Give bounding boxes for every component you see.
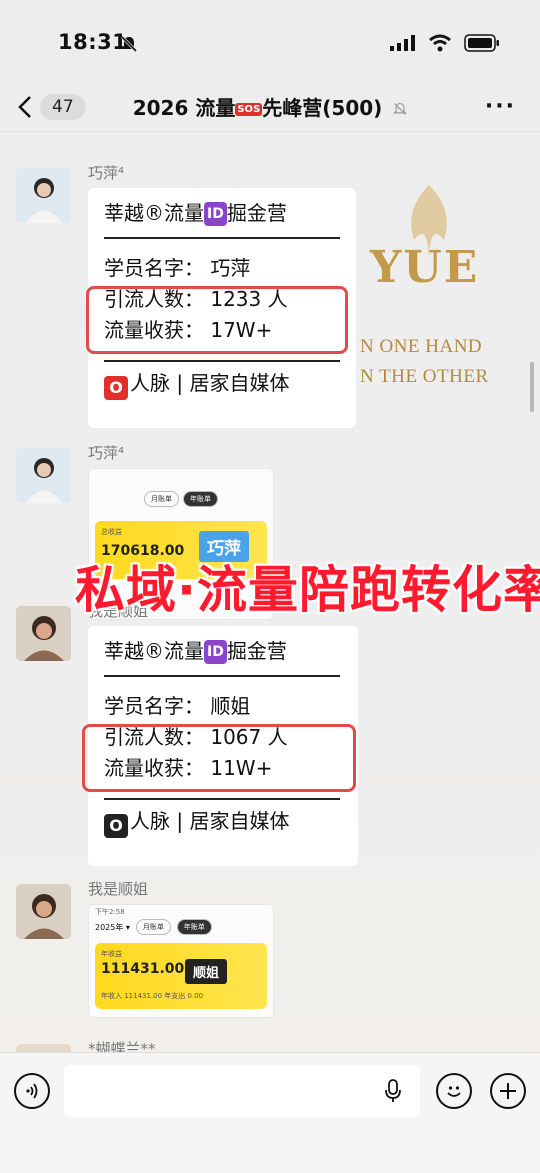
highlight-box (82, 724, 356, 792)
footer-line: O 人脉 | 居家自媒体 (104, 806, 342, 838)
shot-tab: 年账单 (183, 491, 218, 507)
o-button-icon: O (104, 376, 128, 400)
more-actions-button[interactable] (490, 1073, 526, 1109)
avatar[interactable] (16, 1044, 71, 1052)
o-button-icon: O (104, 814, 128, 838)
avatar[interactable] (16, 606, 71, 661)
sos-icon: SOS (235, 103, 263, 116)
shot-header: 2025年 ▾ 月账单 年账单 (89, 915, 273, 939)
wifi-icon (429, 34, 451, 52)
shot-year: 2025年 ▾ (95, 922, 130, 932)
battery-icon (464, 34, 499, 52)
chat-title: 2026 流量 SOS 先峰营(500) (0, 92, 540, 121)
chat-input-bar (0, 1052, 540, 1173)
shot-tab: 月账单 (144, 491, 179, 507)
voice-wave-icon (26, 1083, 38, 1099)
avatar[interactable] (16, 448, 71, 503)
shot-tab: 月账单 (135, 919, 171, 935)
poster-line-1: N ONE HAND (360, 336, 483, 357)
more-options-button[interactable]: ··· (485, 94, 516, 119)
report-header-text: 莘越®流量 (104, 639, 204, 663)
divider (104, 360, 340, 362)
sender-name: 我是顺姐 (88, 880, 149, 898)
poster-line-2: N THE OTHER (360, 366, 489, 387)
income-card: 年收益 111431.00 顺姐 年收入 111431.00 年支出 0.00 (95, 943, 267, 1009)
report-header-tail: 掘金营 (226, 201, 287, 225)
avatar[interactable] (16, 884, 71, 939)
footer-text: 人脉 | 居家自媒体 (130, 371, 290, 395)
divider (104, 798, 340, 800)
footer-text: 人脉 | 居家自媒体 (130, 809, 290, 833)
shot-tab: 年账单 (176, 919, 212, 935)
student-name-line: 学员名字： 巧萍 (104, 256, 251, 280)
mute-bell-icon (120, 35, 138, 53)
voice-toggle-button[interactable] (14, 1073, 50, 1109)
divider (104, 675, 340, 677)
sender-name: *蝴蝶兰** (88, 1040, 156, 1052)
overlay-banner: 私域·流量陪跑转化率 (75, 561, 540, 619)
brand-logo-text: YUE (370, 242, 480, 293)
footer-line: O 人脉 | 居家自媒体 (104, 368, 340, 400)
background-poster: YUE N ONE HAND N THE OTHER (360, 182, 540, 412)
sender-name: 巧萍⁴ (88, 444, 125, 462)
scrollbar-thumb[interactable] (530, 362, 534, 412)
message-input[interactable] (64, 1065, 420, 1117)
highlight-box (86, 286, 348, 354)
sender-name: 巧萍⁴ (88, 164, 125, 182)
id-icon: ID (204, 202, 227, 226)
chat-nav-bar: 47 2026 流量 SOS 先峰营(500) ··· (0, 82, 540, 132)
avatar[interactable] (16, 168, 71, 223)
divider (104, 237, 340, 239)
student-name-line: 学员名字： 顺姐 (104, 694, 251, 718)
report-header-text: 莘越®流量 (104, 201, 204, 225)
card-label: 总收益 (101, 528, 122, 536)
card-value: 111431.00 (101, 961, 185, 977)
emoji-button[interactable] (436, 1073, 472, 1109)
microphone-icon[interactable] (384, 1079, 402, 1103)
card-sub: 年收入 111431.00 年支出 0.00 (101, 992, 204, 1000)
chat-title-prefix: 2026 流量 (132, 96, 236, 120)
shot-tabs: 月账单 年账单 (89, 491, 273, 507)
id-icon: ID (204, 640, 227, 664)
report-header-tail: 掘金营 (226, 639, 287, 663)
status-time: 18:31 (58, 30, 128, 54)
card-label: 年收益 (101, 950, 122, 958)
plus-icon (500, 1083, 516, 1099)
shot-status-time: 下午2:58 (95, 908, 125, 916)
card-name-tag: 顺姐 (185, 959, 228, 984)
image-message[interactable]: 下午2:58 2025年 ▾ 月账单 年账单 年收益 111431.00 顺姐 … (88, 904, 274, 1018)
smiley-icon (447, 1086, 461, 1097)
status-bar: 18:31 (0, 0, 540, 82)
signal-icon (390, 35, 415, 51)
report-header: 莘越®流量 ID 掘金营 (104, 198, 340, 229)
report-header: 莘越®流量 ID 掘金营 (104, 636, 342, 667)
chat-title-suffix: 先峰营(500) (262, 96, 383, 120)
mute-bell-icon (393, 102, 408, 115)
